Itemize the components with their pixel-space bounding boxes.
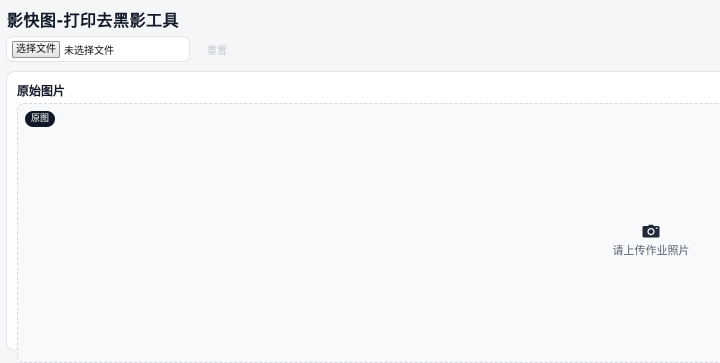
upload-placeholder: 请上传作业照片 bbox=[606, 224, 696, 258]
file-input[interactable]: 选择文件 未选择文件 bbox=[6, 36, 190, 62]
original-badge: 原图 bbox=[25, 111, 56, 127]
toolbar: 选择文件 未选择文件 重置 bbox=[6, 36, 227, 62]
choose-file-button[interactable]: 选择文件 bbox=[12, 40, 60, 58]
original-image-panel: 原始图片 原图 请上传作业照片 bbox=[6, 71, 720, 363]
page-title: 影快图-打印去黑影工具 bbox=[7, 11, 180, 30]
reset-button[interactable]: 重置 bbox=[207, 42, 227, 57]
upload-prompt-text: 请上传作业照片 bbox=[612, 244, 690, 257]
camera-icon bbox=[642, 224, 660, 238]
file-status-text: 未选择文件 bbox=[64, 45, 114, 57]
panel-title: 原始图片 bbox=[17, 84, 66, 98]
upload-dropzone[interactable]: 原图 请上传作业照片 bbox=[17, 103, 720, 363]
